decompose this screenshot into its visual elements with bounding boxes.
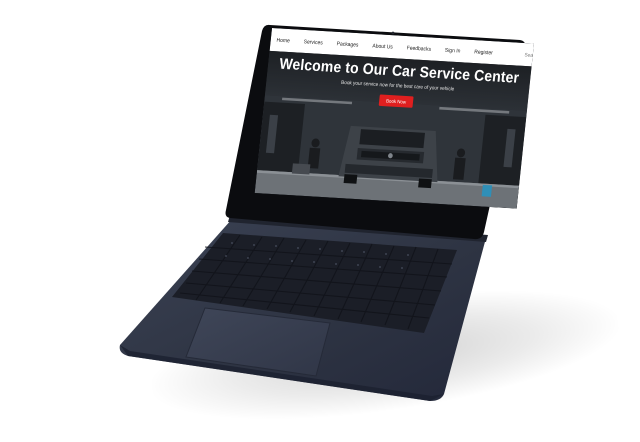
- nav-packages[interactable]: Packages: [336, 40, 358, 48]
- nav-sign-in[interactable]: Sign In: [445, 47, 461, 54]
- laptop-screen-website: Home Services Packages About Us Feedback…: [254, 28, 534, 209]
- book-now-button[interactable]: Book Now: [378, 94, 414, 108]
- camera: [391, 31, 395, 35]
- nav-home[interactable]: Home: [276, 37, 290, 44]
- hero-section: Welcome to Our Car Service Center Book y…: [254, 50, 532, 209]
- search-input[interactable]: [506, 49, 534, 59]
- nav-feedbacks[interactable]: Feedbacks: [406, 44, 431, 52]
- nav-register[interactable]: Register: [474, 48, 493, 55]
- nav-services[interactable]: Services: [303, 38, 323, 45]
- garage-photo: [254, 95, 527, 209]
- nav-about-us[interactable]: About Us: [372, 42, 393, 50]
